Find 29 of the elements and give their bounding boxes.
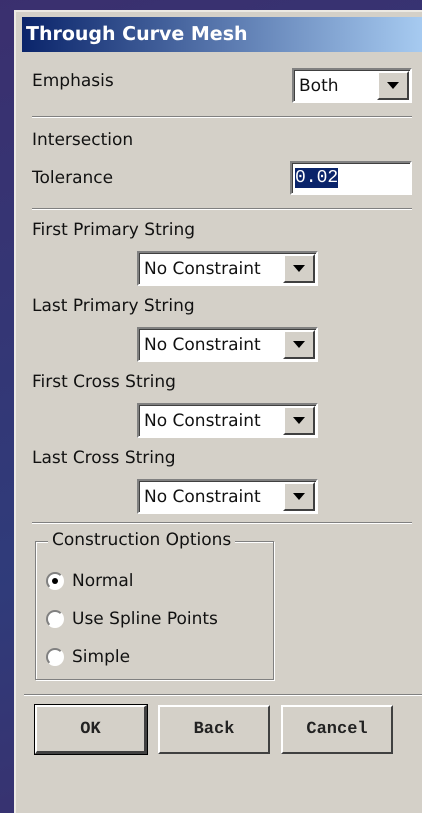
tolerance-label: Tolerance [32,168,114,188]
dialog-button[interactable]: Back [158,705,270,754]
caret-icon [293,417,305,424]
constraint-dropdown[interactable]: No Constraint [137,251,318,286]
option-label[interactable]: Normal [72,571,134,591]
radio-button[interactable] [46,610,64,628]
dialog-button[interactable]: Cancel [281,705,393,754]
constraint-label: First Primary String [32,220,196,242]
constraint-dropdown[interactable]: No Constraint [137,403,318,438]
constraint-label: Last Cross String [32,448,177,470]
caret-icon [293,341,305,348]
constraint-dropdown[interactable]: No Constraint [137,479,318,514]
section-label: Intersection [32,130,134,152]
constraint-label: Last Primary String [32,296,196,318]
radio-button[interactable] [46,648,64,666]
emphasis-label: Emphasis [32,71,114,91]
option-label[interactable]: Simple [72,647,130,667]
constraint-label: First Cross String [32,372,177,394]
emphasis-dropdown[interactable]: Both [292,68,412,102]
group-title: Construction Options [48,530,236,550]
constraint-dropdown[interactable]: No Constraint [137,327,318,362]
caret-icon [387,82,399,88]
tolerance-field[interactable]: 0.02 [290,161,412,195]
window-title: Through Curve Mesh [22,17,422,52]
caret-icon [293,265,305,272]
dialog-button[interactable]: OK [35,705,147,754]
radio-button[interactable] [46,572,64,590]
caret-icon [293,493,305,500]
option-label[interactable]: Use Spline Points [72,609,218,629]
